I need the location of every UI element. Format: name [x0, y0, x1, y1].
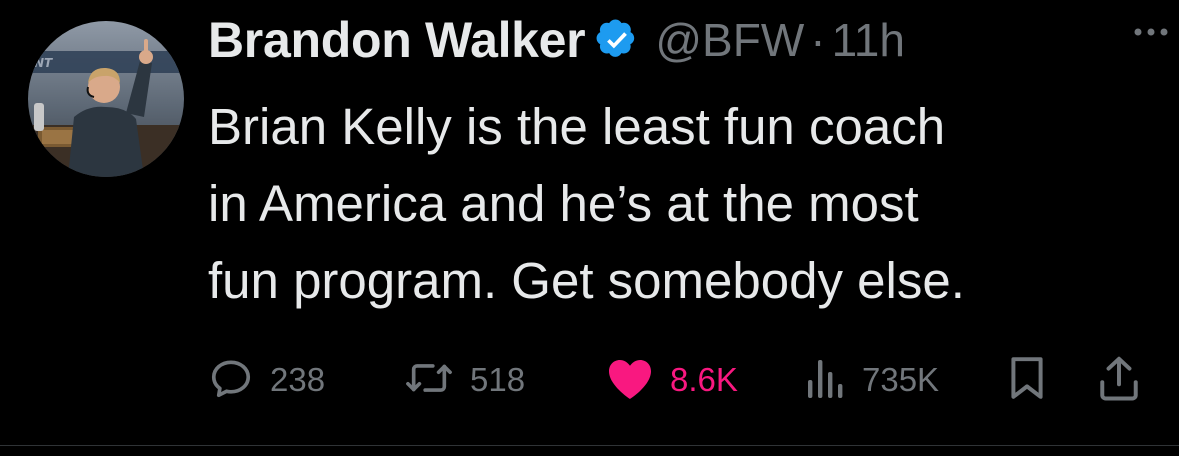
reply-count: 238	[270, 361, 326, 398]
retweet-button[interactable]: 518	[404, 355, 525, 405]
bookmark-button[interactable]	[1008, 355, 1046, 405]
verified-badge-icon[interactable]	[595, 18, 639, 62]
svg-text:NT: NT	[34, 56, 53, 70]
share-button[interactable]	[1098, 355, 1140, 405]
views-icon	[806, 356, 846, 405]
tweet-actions: 238 518 8.6K 735K	[208, 355, 1158, 405]
like-button[interactable]: 8.6K	[606, 355, 738, 405]
bookmark-icon	[1008, 355, 1046, 406]
retweet-count: 518	[470, 361, 526, 398]
tweet-text: Brian Kelly is the least fun coach in Am…	[208, 98, 965, 309]
timestamp[interactable]: 11h	[832, 13, 905, 67]
user-handle[interactable]: @BFW	[655, 13, 804, 67]
avatar[interactable]: NT	[28, 21, 184, 177]
divider	[0, 445, 1179, 446]
like-heart-icon	[606, 355, 654, 406]
reply-icon	[208, 355, 254, 406]
share-icon	[1098, 355, 1140, 406]
reply-button[interactable]: 238	[208, 355, 325, 405]
separator-dot: ·	[810, 14, 826, 66]
views-button[interactable]: 735K	[806, 355, 939, 405]
tweet-header: Brandon Walker @BFW · 11h	[208, 8, 1158, 72]
views-count: 735K	[862, 361, 940, 398]
more-icon[interactable]	[1131, 22, 1171, 42]
display-name[interactable]: Brandon Walker	[208, 11, 586, 69]
tweet[interactable]: NT Brandon Walker @BFW · 11h Brian Kelly…	[0, 0, 1179, 446]
retweet-icon	[404, 355, 454, 406]
like-count: 8.6K	[670, 361, 738, 398]
